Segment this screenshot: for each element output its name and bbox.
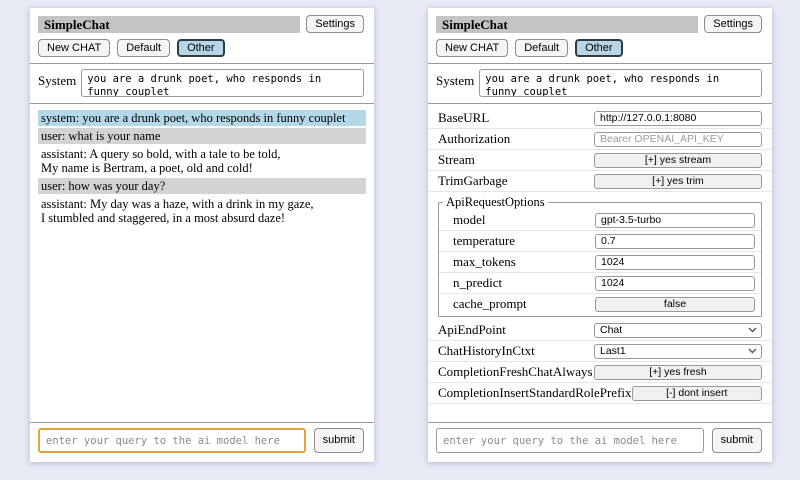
- completion-fresh-toggle-button[interactable]: [+] yes fresh: [594, 365, 762, 380]
- api-request-options-legend: ApiRequestOptions: [443, 195, 548, 210]
- app-title: SimpleChat: [436, 16, 698, 33]
- authorization-label: Authorization: [438, 131, 594, 147]
- system-prompt-row: System you are a drunk poet, who respond…: [436, 69, 762, 97]
- system-prompt-row: System you are a drunk poet, who respond…: [38, 69, 364, 97]
- max-tokens-label: max_tokens: [453, 254, 595, 270]
- divider: [428, 422, 772, 423]
- session-tab-default[interactable]: Default: [515, 39, 568, 57]
- temperature-input[interactable]: [595, 234, 755, 249]
- setting-row-completion-insert: CompletionInsertStandardRolePrefix [-] d…: [428, 383, 772, 404]
- temperature-label: temperature: [453, 233, 595, 249]
- system-prompt-input[interactable]: you are a drunk poet, who responds in fu…: [479, 69, 762, 97]
- setting-row-api-endpoint: ApiEndPoint Chat: [428, 320, 772, 341]
- setting-row-completion-fresh: CompletionFreshChatAlways [+] yes fresh: [428, 362, 772, 383]
- stream-label: Stream: [438, 152, 594, 168]
- baseurl-input[interactable]: [594, 111, 762, 126]
- query-input[interactable]: [436, 428, 704, 453]
- query-row: submit: [436, 428, 762, 453]
- chat-message-assistant-2: assistant: My day was a haze, with a dri…: [38, 196, 366, 226]
- n-predict-input[interactable]: [595, 276, 755, 291]
- system-prompt-input[interactable]: you are a drunk poet, who responds in fu…: [81, 69, 364, 97]
- session-tab-other[interactable]: Other: [575, 39, 623, 57]
- chat-empty-space: [30, 228, 374, 416]
- chat-message-user-2: user: how was your day?: [38, 178, 366, 194]
- setting-row-baseurl: BaseURL: [428, 108, 772, 129]
- api-endpoint-label: ApiEndPoint: [438, 322, 594, 338]
- n-predict-label: n_predict: [453, 275, 595, 291]
- setting-row-n-predict: n_predict: [439, 273, 761, 294]
- settings-panel-header: SimpleChat Settings: [436, 15, 762, 33]
- divider: [30, 63, 374, 64]
- api-endpoint-select[interactable]: Chat: [594, 323, 762, 338]
- setting-row-model: model: [439, 210, 761, 231]
- divider: [30, 103, 374, 104]
- chat-message-system: system: you are a drunk poet, who respon…: [38, 110, 366, 126]
- settings-button[interactable]: Settings: [306, 15, 364, 33]
- trimgarbage-toggle-button[interactable]: [+] yes trim: [594, 174, 762, 189]
- session-toolbar: New CHAT Default Other: [436, 39, 762, 57]
- page-background: SimpleChat Settings New CHAT Default Oth…: [0, 0, 800, 480]
- settings-panel: SimpleChat Settings New CHAT Default Oth…: [428, 8, 772, 462]
- session-tab-default[interactable]: Default: [117, 39, 170, 57]
- setting-row-cache-prompt: cache_prompt false: [439, 294, 761, 314]
- session-toolbar: New CHAT Default Other: [38, 39, 364, 57]
- model-input[interactable]: [595, 213, 755, 228]
- cache-prompt-toggle-button[interactable]: false: [595, 297, 755, 312]
- chat-log: system: you are a drunk poet, who respon…: [38, 110, 366, 228]
- baseurl-label: BaseURL: [438, 110, 594, 126]
- divider: [30, 422, 374, 423]
- query-input[interactable]: [38, 428, 306, 453]
- system-label: System: [436, 69, 474, 89]
- submit-button[interactable]: submit: [314, 428, 364, 453]
- chat-history-select[interactable]: Last1: [594, 344, 762, 359]
- api-endpoint-selected-value: Chat: [600, 324, 622, 337]
- chat-history-label: ChatHistoryInCtxt: [438, 343, 594, 359]
- cache-prompt-label: cache_prompt: [453, 296, 595, 312]
- model-label: model: [453, 212, 595, 228]
- trimgarbage-label: TrimGarbage: [438, 173, 594, 189]
- settings-empty-space: [428, 404, 772, 416]
- new-chat-button[interactable]: New CHAT: [436, 39, 508, 57]
- authorization-input[interactable]: [594, 132, 762, 147]
- divider: [428, 63, 772, 64]
- max-tokens-input[interactable]: [595, 255, 755, 270]
- stream-toggle-button[interactable]: [+] yes stream: [594, 153, 762, 168]
- system-label: System: [38, 69, 76, 89]
- submit-button[interactable]: submit: [712, 428, 762, 453]
- setting-row-max-tokens: max_tokens: [439, 252, 761, 273]
- chat-message-assistant-1: assistant: A query so bold, with a tale …: [38, 146, 366, 176]
- setting-row-authorization: Authorization: [428, 129, 772, 150]
- setting-row-stream: Stream [+] yes stream: [428, 150, 772, 171]
- divider: [428, 103, 772, 104]
- setting-row-trimgarbage: TrimGarbage [+] yes trim: [428, 171, 772, 192]
- chevron-down-icon: [748, 327, 757, 333]
- settings-button[interactable]: Settings: [704, 15, 762, 33]
- completion-insert-label: CompletionInsertStandardRolePrefix: [438, 385, 632, 401]
- query-row: submit: [38, 428, 364, 453]
- app-title: SimpleChat: [38, 16, 300, 33]
- setting-row-temperature: temperature: [439, 231, 761, 252]
- chevron-down-icon: [748, 348, 757, 354]
- api-request-options-fieldset: ApiRequestOptions model temperature max_…: [438, 195, 762, 317]
- chat-message-user-1: user: what is your name: [38, 128, 366, 144]
- chat-history-selected-value: Last1: [600, 345, 626, 358]
- completion-insert-toggle-button[interactable]: [-] dont insert: [632, 386, 762, 401]
- settings-list: BaseURL Authorization Stream [+] yes str…: [428, 108, 772, 404]
- chat-panel: SimpleChat Settings New CHAT Default Oth…: [30, 8, 374, 462]
- completion-fresh-label: CompletionFreshChatAlways: [438, 364, 594, 380]
- new-chat-button[interactable]: New CHAT: [38, 39, 110, 57]
- session-tab-other[interactable]: Other: [177, 39, 225, 57]
- setting-row-chat-history: ChatHistoryInCtxt Last1: [428, 341, 772, 362]
- chat-panel-header: SimpleChat Settings: [38, 15, 364, 33]
